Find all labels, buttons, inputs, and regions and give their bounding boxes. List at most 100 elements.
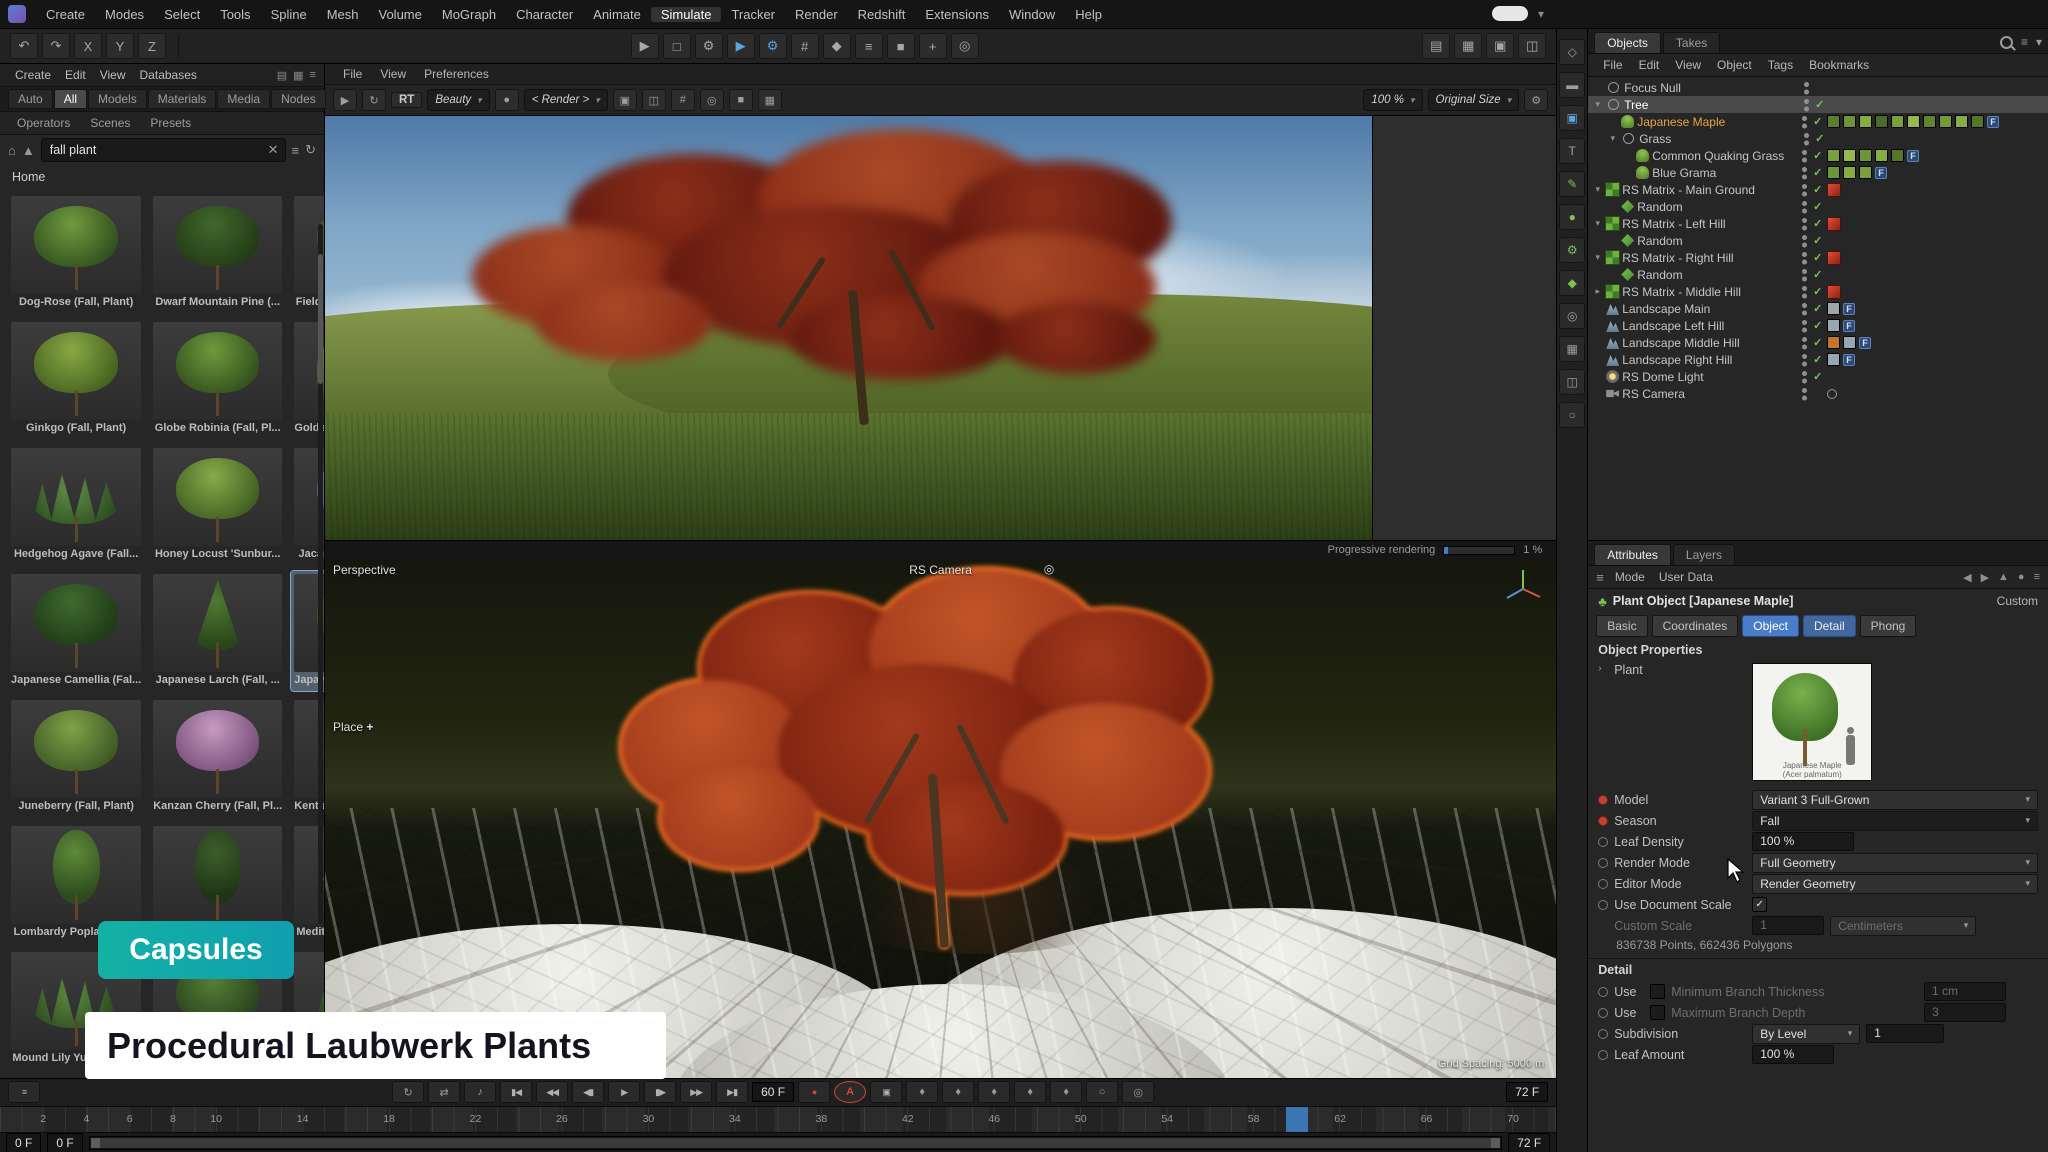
objects-menu-object[interactable]: Object <box>1710 58 1759 72</box>
material-tag-icon[interactable] <box>1843 336 1856 349</box>
visibility-dots-icon[interactable] <box>1801 251 1808 265</box>
attributes-tab-attributes[interactable]: Attributes <box>1594 544 1671 565</box>
key-parameter-icon[interactable]: ♦ <box>1014 1081 1046 1103</box>
preview-range-track[interactable] <box>89 1136 1503 1150</box>
browser-subtab-scenes[interactable]: Scenes <box>81 115 139 131</box>
brush-tool-icon[interactable]: ○ <box>1559 402 1585 428</box>
timeline-menu-icon[interactable]: ≡ <box>8 1081 40 1103</box>
material-tag-icon[interactable] <box>1859 115 1872 128</box>
object-row-rs-matrix-right-hill[interactable]: ▾RS Matrix - Right Hill✓ <box>1588 249 2048 266</box>
forward-icon[interactable]: ▶ <box>1981 571 1989 584</box>
keyframe-dot-icon[interactable] <box>1598 1050 1608 1060</box>
material-tag-icon[interactable] <box>1875 115 1888 128</box>
objects-tab-objects[interactable]: Objects <box>1594 32 1661 53</box>
enable-check-icon[interactable]: ✓ <box>1811 217 1824 230</box>
material-tag-icon[interactable] <box>1843 166 1856 179</box>
timeline-ruler[interactable]: 246810141822263034384246505458626670 <box>0 1106 1556 1133</box>
visibility-dots-icon[interactable] <box>1801 166 1808 180</box>
browser-tab-all[interactable]: All <box>54 89 87 109</box>
material-tag-icon[interactable] <box>1827 319 1840 332</box>
material-tag-icon[interactable] <box>1907 115 1920 128</box>
menu-spline[interactable]: Spline <box>261 7 317 22</box>
value-field[interactable]: 1 <box>1752 916 1824 935</box>
next-key-button[interactable]: ▶▶ <box>680 1081 712 1103</box>
objects-menu-tags[interactable]: Tags <box>1761 58 1800 72</box>
menu-select[interactable]: Select <box>154 7 210 22</box>
keyframe-dot-icon[interactable] <box>1598 987 1608 997</box>
menu-render[interactable]: Render <box>785 7 848 22</box>
redshift-object-tag-icon[interactable] <box>1827 285 1841 299</box>
expander-closed-icon[interactable]: ▸ <box>1592 286 1603 297</box>
hamburger-icon[interactable]: ≡ <box>1596 570 1604 585</box>
goto-start-button[interactable]: ▮◀ <box>500 1081 532 1103</box>
visibility-dots-icon[interactable] <box>1803 98 1810 112</box>
section-tab-coordinates[interactable]: Coordinates <box>1652 615 1739 637</box>
enable-check-icon[interactable]: ✓ <box>1811 268 1824 281</box>
material-tag-icon[interactable] <box>1827 149 1840 162</box>
viewport-name-menu[interactable]: Perspective <box>333 563 396 577</box>
checkbox[interactable] <box>1650 1005 1665 1020</box>
enable-check-icon[interactable]: ✓ <box>1811 183 1824 196</box>
plant-tile-japanese-camellia-fal[interactable]: Japanese Camellia (Fal... <box>8 571 144 691</box>
up-folder-icon[interactable]: ▲ <box>22 143 35 158</box>
browser-tab-models[interactable]: Models <box>88 89 147 109</box>
plant-tile-hedgehog-agave-fall[interactable]: Hedgehog Agave (Fall... <box>8 445 144 565</box>
object-row-landscape-main[interactable]: Landscape Main✓F <box>1588 300 2048 317</box>
visibility-dots-icon[interactable] <box>1803 132 1810 146</box>
toolbar-render-region-button[interactable]: □ <box>663 33 691 59</box>
crop-icon[interactable]: ■ <box>729 89 753 111</box>
filter-list-icon[interactable]: ≡ <box>2021 35 2028 49</box>
solo-button[interactable]: ○ <box>1086 1081 1118 1103</box>
material-tag-icon[interactable] <box>1859 149 1872 162</box>
toolbar-snap-button[interactable]: ◆ <box>823 33 851 59</box>
menu-tracker[interactable]: Tracker <box>721 7 785 22</box>
playhead[interactable] <box>1286 1107 1308 1132</box>
key-position-icon[interactable]: ♦ <box>906 1081 938 1103</box>
aov-dot-icon[interactable]: ● <box>495 89 519 111</box>
keyframe-dot-icon[interactable] <box>1598 837 1608 847</box>
range-start-handle[interactable] <box>91 1138 100 1148</box>
dropdown[interactable]: By Level▾ <box>1752 1024 1860 1044</box>
renderview-menu-file[interactable]: File <box>335 67 370 81</box>
goto-end-button[interactable]: ▶▮ <box>716 1081 748 1103</box>
section-tab-basic[interactable]: Basic <box>1596 615 1647 637</box>
material-tag-icon[interactable] <box>1843 149 1856 162</box>
material-tag-icon[interactable] <box>1875 149 1888 162</box>
menu-redshift[interactable]: Redshift <box>848 7 916 22</box>
redshift-object-tag-icon[interactable] <box>1827 183 1841 197</box>
plant-tile-dwarf-mountain-pine[interactable]: Dwarf Mountain Pine (... <box>150 193 285 313</box>
toolbar-render-settings-button[interactable]: ⚙ <box>695 33 723 59</box>
camera-label[interactable]: RS Camera <box>909 563 972 577</box>
enable-check-icon[interactable]: ✓ <box>1811 336 1824 349</box>
attributes-tab-layers[interactable]: Layers <box>1673 544 1735 565</box>
toolbar-layout-animate-button[interactable]: ▣ <box>1486 33 1514 59</box>
app-logo-icon[interactable] <box>8 5 26 23</box>
generator-tool-icon[interactable]: ⚙ <box>1559 237 1585 263</box>
browser-subtab-operators[interactable]: Operators <box>8 115 79 131</box>
picture-viewer-icon[interactable]: ▦ <box>758 89 782 111</box>
enable-check-icon[interactable]: ✓ <box>1813 98 1826 111</box>
grid-overlay-icon[interactable]: # <box>671 89 695 111</box>
toolbar-axis-z-button[interactable]: Z <box>138 33 166 59</box>
visibility-dots-icon[interactable] <box>1801 319 1808 333</box>
object-row-japanese-maple[interactable]: Japanese Maple✓F <box>1588 113 2048 130</box>
value-field[interactable]: 1 <box>1866 1024 1944 1043</box>
object-row-rs-camera[interactable]: RS Camera <box>1588 385 2048 402</box>
toolbar-redo-icon[interactable]: ↷ <box>42 33 70 59</box>
objects-menu-bookmarks[interactable]: Bookmarks <box>1802 58 1876 72</box>
expander-open-icon[interactable]: ▾ <box>1592 99 1603 110</box>
keyframe-dot-icon[interactable] <box>1598 879 1608 889</box>
keyframe-dot-icon[interactable] <box>1598 858 1608 868</box>
material-tag-icon[interactable] <box>1939 115 1952 128</box>
expander-open-icon[interactable]: ▾ <box>1592 252 1603 263</box>
size-select[interactable]: Original Size▾ <box>1428 89 1520 111</box>
menu-mesh[interactable]: Mesh <box>317 7 369 22</box>
object-row-focus-null[interactable]: Focus Null <box>1588 79 2048 96</box>
rt-toggle[interactable]: RT <box>391 92 422 108</box>
grid-view-icon[interactable]: ▤ <box>277 69 287 82</box>
toolbar-layout-standard-button[interactable]: ▤ <box>1422 33 1450 59</box>
menu-help[interactable]: Help <box>1065 7 1112 22</box>
end-frame-field[interactable]: 72 F <box>1506 1082 1548 1102</box>
visibility-dots-icon[interactable] <box>1801 217 1808 231</box>
objects-menu-file[interactable]: File <box>1596 58 1629 72</box>
